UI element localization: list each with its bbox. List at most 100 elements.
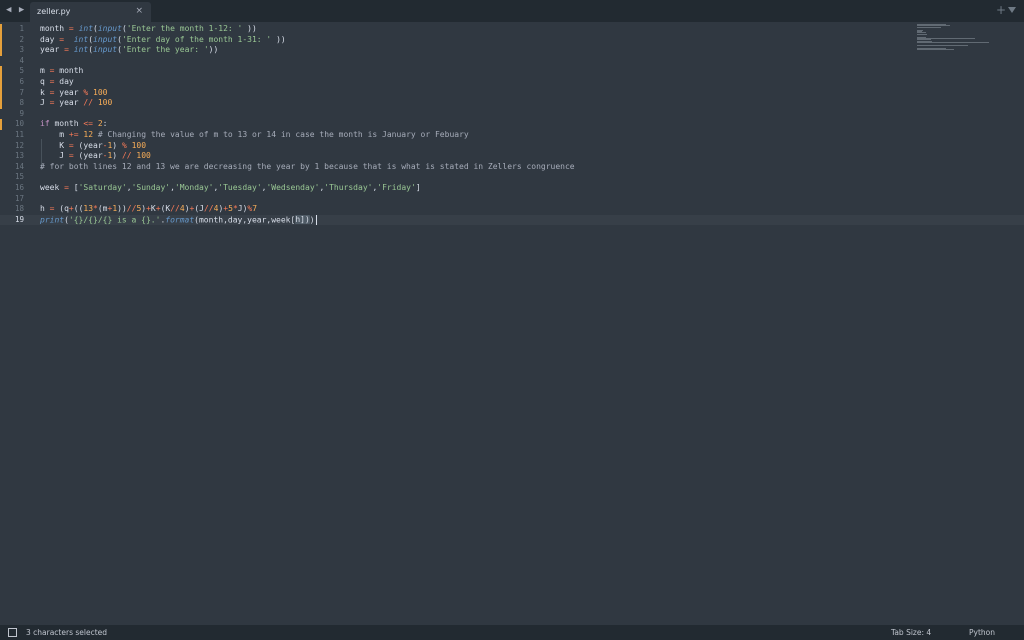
code-token: print xyxy=(40,215,65,225)
code-token: week xyxy=(40,183,65,192)
code-token: (( xyxy=(73,204,84,214)
line-number: 12 xyxy=(14,140,24,150)
code-token: [ xyxy=(68,183,79,192)
code-line[interactable]: 16 week = ['Saturday','Sunday','Monday','… xyxy=(0,183,1024,194)
code-token: <= xyxy=(83,119,93,129)
code-line[interactable]: 9 xyxy=(0,109,1024,120)
code-text: m = month xyxy=(40,66,83,77)
code-line[interactable]: 14 # for both lines 12 and 13 we are decr… xyxy=(0,162,1024,173)
panel-toggle-icon[interactable] xyxy=(8,628,17,637)
tab-size-indicator[interactable]: Tab Size: 4 xyxy=(891,628,931,637)
code-line[interactable]: 2 day = int(input('Enter day of the month… xyxy=(0,34,1024,46)
code-token: J xyxy=(40,151,69,161)
code-token: m xyxy=(40,130,69,139)
line-number: 13 xyxy=(14,151,24,161)
code-token: 100 xyxy=(97,98,113,108)
code-token: (q xyxy=(54,204,69,214)
code-token: input xyxy=(97,24,122,33)
code-token: : xyxy=(102,119,108,129)
code-line[interactable]: 15 xyxy=(0,172,1024,183)
code-token: += xyxy=(68,130,79,139)
minimap[interactable] xyxy=(915,22,995,52)
code-line[interactable]: 3 year = int(input('Enter the year: ')) xyxy=(0,45,1024,56)
code-token: input xyxy=(93,45,118,55)
code-token: (year xyxy=(73,140,103,150)
minimap-line xyxy=(917,42,990,44)
code-token: 'Sunday' xyxy=(131,183,171,192)
code-token: 'Thursday' xyxy=(324,183,373,192)
code-token: day xyxy=(40,34,60,44)
code-token: )) xyxy=(117,204,127,214)
code-token: if xyxy=(40,119,50,129)
code-line[interactable]: 17 xyxy=(0,194,1024,205)
code-token: 'Saturday' xyxy=(78,183,127,192)
code-line[interactable]: 11 m += 12 # Changing the value of m to … xyxy=(0,130,1024,141)
line-number: 5 xyxy=(19,66,24,76)
code-token: month xyxy=(49,119,84,129)
code-line[interactable]: 1 month = int(input('Enter the month 1-12… xyxy=(0,24,1024,35)
code-line[interactable]: 13 J = (year-1) // 100 xyxy=(0,151,1024,162)
code-token: m xyxy=(40,66,50,76)
code-token: )) xyxy=(242,24,257,33)
line-number: 1 xyxy=(19,24,24,33)
code-token: ) xyxy=(112,140,122,150)
code-token: (year xyxy=(73,151,103,161)
minimap-line xyxy=(917,33,927,35)
code-line[interactable]: 10 if month <= 2: xyxy=(0,119,1024,130)
code-line[interactable]: 7 k = year % 100 xyxy=(0,87,1024,99)
code-line[interactable]: 18 h = (q+((13*(m+1))//5)+K+(K//4)+(J//4)… xyxy=(0,204,1024,215)
tab-nav-arrows-icon[interactable]: ◀ ▶ xyxy=(6,5,25,15)
code-token: month xyxy=(54,66,84,76)
line-number: 17 xyxy=(14,193,24,203)
line-number: 19 xyxy=(14,214,24,224)
code-token: 'Enter day of the month 1-31: ' xyxy=(121,34,272,44)
code-text: q = day xyxy=(40,77,74,88)
code-token: )) xyxy=(271,34,286,44)
text-cursor xyxy=(315,214,317,225)
code-text: J = year // 100 xyxy=(40,98,112,109)
line-number: 2 xyxy=(19,34,24,44)
code-token: J) xyxy=(237,204,248,214)
code-token: 12 xyxy=(83,130,94,139)
minimap-line xyxy=(917,49,955,51)
syntax-language-indicator[interactable]: Python xyxy=(969,628,995,637)
code-editor[interactable]: 1 month = int(input('Enter the month 1-12… xyxy=(0,22,1024,625)
new-tab-icon[interactable]: + xyxy=(996,3,1006,17)
code-token: int xyxy=(73,34,89,44)
code-text: m += 12 # Changing the value of m to 13 … xyxy=(40,130,469,141)
code-line[interactable]: 6 q = day xyxy=(0,77,1024,88)
tab-close-icon[interactable]: × xyxy=(135,6,143,16)
code-text: year = int(input('Enter the year: ')) xyxy=(40,45,218,56)
code-token: // xyxy=(126,204,137,214)
code-token: '{}/{}/{} is a {}.' xyxy=(68,215,161,225)
code-line[interactable]: 19 print('{}/{}/{} is a {}.'.format(month… xyxy=(0,214,1024,226)
tab-menu-chevron-down-icon[interactable] xyxy=(1008,7,1016,13)
code-line[interactable]: 4 xyxy=(0,56,1024,67)
line-number: 4 xyxy=(19,55,24,65)
code-token: year xyxy=(54,98,84,108)
code-token: year xyxy=(40,45,65,55)
line-number: 3 xyxy=(19,45,24,55)
code-token: // xyxy=(83,98,94,108)
code-line[interactable]: 8 J = year // 100 xyxy=(0,98,1024,109)
code-line[interactable]: 12 K = (year-1) % 100 xyxy=(0,141,1024,152)
tab-zeller-py[interactable]: zeller.py × xyxy=(30,2,151,22)
code-token: int xyxy=(78,24,94,33)
tab-bar: ◀ ▶ zeller.py × + xyxy=(0,0,1024,22)
selection-status: 3 characters selected xyxy=(26,628,108,637)
code-token: # Changing the value of m to 13 or 14 in… xyxy=(97,130,469,139)
code-text: month = int(input('Enter the month 1-12:… xyxy=(40,24,257,35)
line-number: 18 xyxy=(14,204,24,214)
code-token: (K xyxy=(160,204,171,214)
code-token: input xyxy=(93,34,118,44)
code-token: 100 xyxy=(131,140,147,150)
code-token: 100 xyxy=(93,87,108,97)
code-token: 7 xyxy=(252,204,258,214)
code-token: 100 xyxy=(136,151,151,161)
code-line[interactable]: 5 m = month xyxy=(0,66,1024,77)
line-number: 10 xyxy=(14,119,24,129)
code-token: 'Wedsenday' xyxy=(266,183,320,192)
code-token: K xyxy=(40,140,69,150)
code-token: 13 xyxy=(83,204,94,214)
code-text: K = (year-1) % 100 xyxy=(40,141,146,152)
